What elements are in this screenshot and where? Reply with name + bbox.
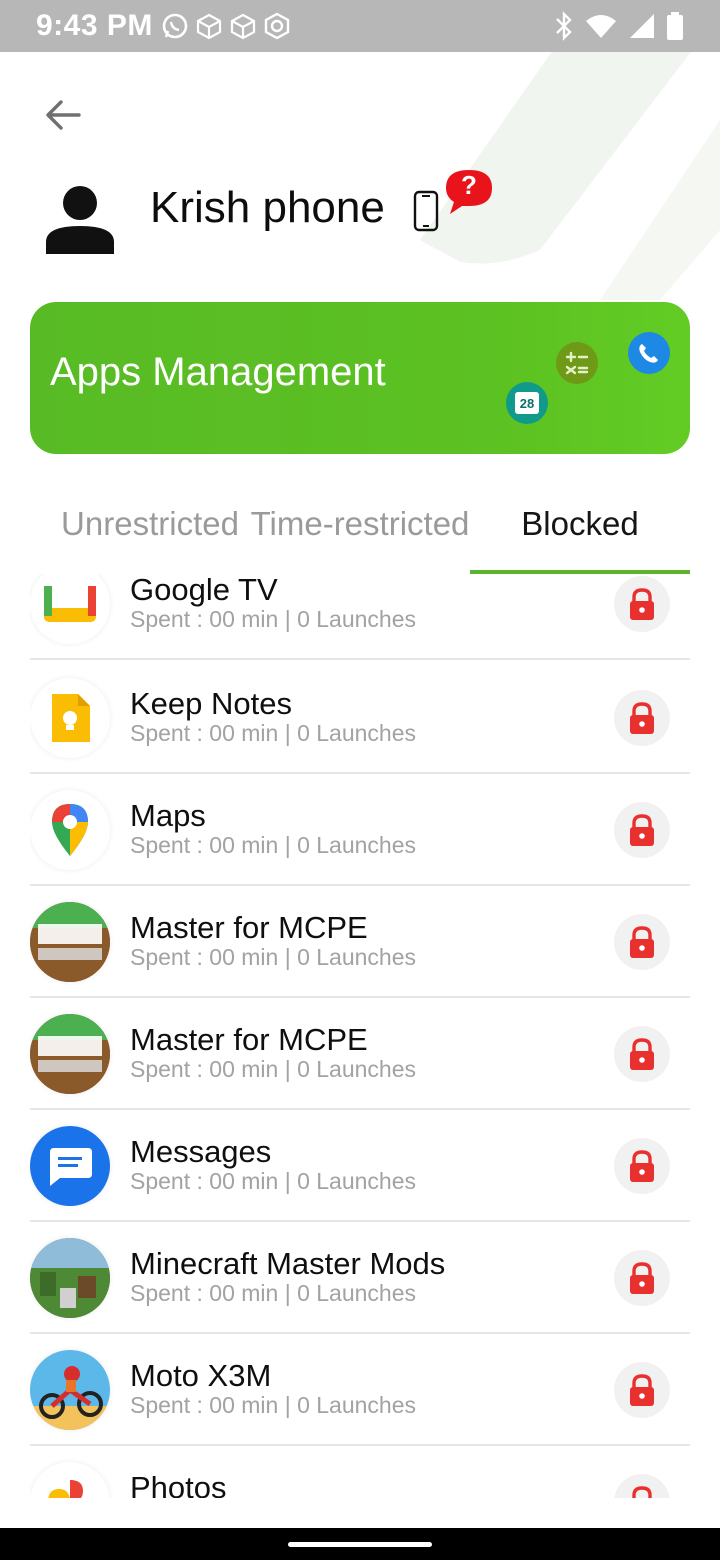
- lock-button[interactable]: [614, 1250, 670, 1306]
- status-bar: 9:43 PM: [0, 0, 720, 52]
- wifi-icon: [586, 15, 616, 38]
- lock-icon: [630, 588, 654, 620]
- photos-icon: [30, 1462, 110, 1498]
- lock-icon: [630, 1150, 654, 1182]
- apps-management-banner: Apps Management 28: [30, 302, 690, 454]
- list-item[interactable]: Maps Spent : 00 min | 0 Launches: [30, 774, 690, 886]
- app-usage-stats: Spent : 00 min | 0 Launches: [130, 606, 416, 632]
- banner-title: Apps Management: [50, 350, 386, 394]
- lock-button[interactable]: [614, 690, 670, 746]
- whatsapp-icon: [162, 13, 188, 39]
- messages-icon: [30, 1126, 110, 1206]
- tab-unrestricted[interactable]: Unrestricted: [46, 492, 254, 556]
- lock-button[interactable]: [614, 914, 670, 970]
- app-usage-stats: Spent : 00 min | 0 Launches: [130, 1168, 416, 1194]
- lock-icon: [630, 1262, 654, 1294]
- lock-button[interactable]: [614, 1474, 670, 1498]
- calendar-day: 28: [515, 392, 539, 414]
- list-item[interactable]: Google TV Spent : 00 min | 0 Launches: [30, 574, 690, 660]
- lock-button[interactable]: [614, 576, 670, 632]
- lock-icon: [630, 814, 654, 846]
- app-name: Keep Notes: [130, 686, 292, 721]
- lock-icon: [630, 1374, 654, 1406]
- app-usage-stats: Spent : 00 min | 0 Launches: [130, 944, 416, 970]
- mod-master-icon: [30, 1014, 110, 1094]
- lock-button[interactable]: [614, 802, 670, 858]
- cube-icon: [230, 13, 255, 40]
- app-name: Master for MCPE: [130, 1022, 368, 1057]
- notification-icons: [161, 12, 291, 40]
- list-item[interactable]: Moto X3M Spent : 00 min | 0 Launches: [30, 1334, 690, 1446]
- app-name: Moto X3M: [130, 1358, 272, 1393]
- mod-master-icon: [30, 902, 110, 982]
- app-usage-stats: Spent : 00 min | 0 Launches: [130, 1056, 416, 1082]
- keep-notes-icon: [30, 678, 110, 758]
- app-usage-stats: Spent : 00 min | 0 Launches: [130, 720, 416, 746]
- app-usage-stats: Spent : 00 min | 0 Launches: [130, 1392, 416, 1418]
- home-gesture-handle[interactable]: [288, 1542, 432, 1547]
- moto-x3m-icon: [30, 1350, 110, 1430]
- filter-tabs: Unrestricted Time-restricted Blocked: [30, 492, 690, 574]
- calculator-icon: [556, 342, 598, 384]
- calendar-icon: 28: [506, 382, 548, 424]
- app-name: Google TV: [130, 574, 278, 607]
- tab-blocked[interactable]: Blocked: [470, 492, 690, 556]
- back-button[interactable]: [40, 92, 86, 138]
- status-time: 9:43 PM: [36, 9, 153, 42]
- avatar-icon: [46, 186, 114, 254]
- list-item[interactable]: Master for MCPE Spent : 00 min | 0 Launc…: [30, 998, 690, 1110]
- maps-icon: [30, 790, 110, 870]
- tab-time-restricted[interactable]: Time-restricted: [248, 492, 472, 556]
- lock-icon: [630, 702, 654, 734]
- arrow-left-icon: [46, 100, 81, 130]
- device-name: Krish phone: [150, 183, 385, 232]
- blocked-apps-list[interactable]: Google TV Spent : 00 min | 0 Launches Ke…: [30, 574, 690, 1498]
- app-name: Messages: [130, 1134, 272, 1169]
- phone-app-icon: [628, 332, 670, 374]
- list-item[interactable]: Minecraft Master Mods Spent : 00 min | 0…: [30, 1222, 690, 1334]
- app-usage-stats: Spent : 00 min | 0 Launches: [130, 1280, 416, 1306]
- app-name: Maps: [130, 798, 206, 833]
- signal-icon: [630, 14, 654, 38]
- lock-button[interactable]: [614, 1026, 670, 1082]
- list-item[interactable]: Master for MCPE Spent : 00 min | 0 Launc…: [30, 886, 690, 998]
- navigation-bar: [0, 1528, 720, 1560]
- lock-button[interactable]: [614, 1138, 670, 1194]
- phone-device-icon: [413, 190, 439, 232]
- hexagon-settings-icon: [264, 12, 290, 40]
- app-name: Photos: [130, 1470, 227, 1498]
- list-item[interactable]: Keep Notes Spent : 00 min | 0 Launches: [30, 662, 690, 774]
- help-button[interactable]: ?: [444, 168, 494, 218]
- bluetooth-icon: [556, 11, 572, 41]
- app-name: Master for MCPE: [130, 910, 368, 945]
- list-item[interactable]: Photos: [30, 1446, 690, 1498]
- help-mark: ?: [461, 170, 477, 200]
- google-tv-icon: [30, 574, 110, 644]
- lock-button[interactable]: [614, 1362, 670, 1418]
- lock-icon: [632, 1486, 652, 1498]
- list-item[interactable]: Messages Spent : 00 min | 0 Launches: [30, 1110, 690, 1222]
- battery-icon: [667, 12, 683, 40]
- app-name: Minecraft Master Mods: [130, 1246, 446, 1281]
- app-usage-stats: Spent : 00 min | 0 Launches: [130, 832, 416, 858]
- minecraft-icon: [30, 1238, 110, 1318]
- lock-icon: [630, 926, 654, 958]
- cube-icon: [196, 13, 221, 40]
- lock-icon: [630, 1038, 654, 1070]
- system-icons: [554, 11, 684, 41]
